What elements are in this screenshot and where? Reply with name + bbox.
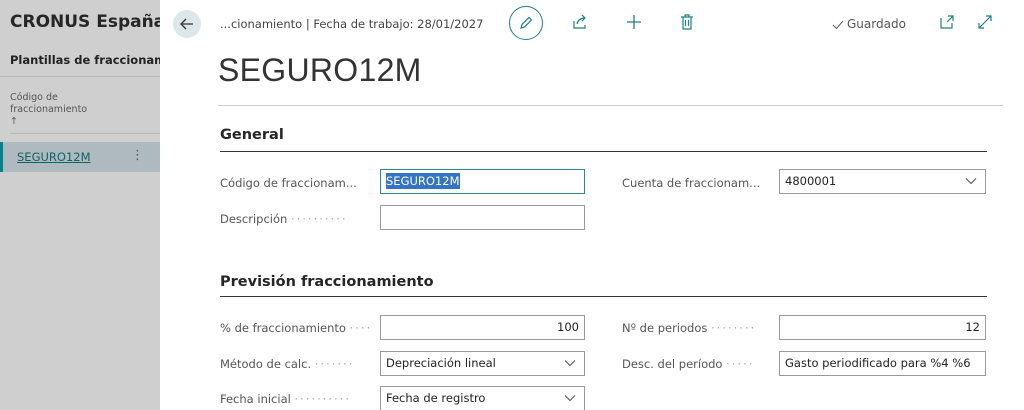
- chevron-down-icon: [564, 360, 576, 367]
- divider: [10, 133, 160, 134]
- new-button[interactable]: [625, 13, 643, 31]
- open-new-window-button[interactable]: [938, 13, 956, 31]
- expand-icon: [978, 15, 992, 29]
- divider: [220, 151, 987, 152]
- expand-button[interactable]: [976, 13, 994, 31]
- sort-ascending-icon: ↑: [10, 116, 18, 127]
- account-label: Cuenta de fraccionam...: [622, 176, 761, 190]
- delete-button[interactable]: [678, 13, 696, 31]
- method-value: Depreciación lineal: [386, 356, 496, 370]
- section-forecast-header[interactable]: Previsión fraccionamiento: [220, 274, 434, 290]
- pencil-icon: [520, 16, 533, 29]
- share-icon: [573, 14, 586, 29]
- background-list-page: CRONUS España Plantillas de fraccionamie…: [0, 0, 165, 410]
- description-label: Descripción ··········: [220, 212, 348, 226]
- back-button[interactable]: [173, 10, 201, 38]
- trash-icon: [681, 14, 693, 30]
- divider: [220, 296, 987, 297]
- start-date-value: Fecha de registro: [386, 391, 486, 405]
- company-name: CRONUS España: [10, 12, 166, 32]
- account-value: 4800001: [785, 174, 837, 188]
- percent-label: % de fraccionamiento ····: [220, 321, 373, 335]
- list-item[interactable]: SEGURO12M ⋮: [0, 142, 160, 172]
- arrow-left-icon: [180, 18, 193, 30]
- start-date-select[interactable]: Fecha de registro: [380, 386, 585, 410]
- column-header-label: Código de fraccionamiento: [10, 92, 88, 115]
- open-in-new-icon: [940, 15, 954, 29]
- card-panel: ...cionamiento | Fecha de trabajo: 28/01…: [160, 0, 1024, 410]
- column-header-code[interactable]: Código de fraccionamiento ↑: [10, 92, 130, 128]
- period-desc-label: Desc. del período ·····: [622, 357, 755, 371]
- row-menu-icon[interactable]: ⋮: [131, 148, 144, 163]
- method-label: Método de calc. ·······: [220, 357, 355, 371]
- description-input[interactable]: [380, 205, 585, 230]
- page-title: SEGURO12M: [218, 52, 422, 88]
- plus-icon: [627, 15, 641, 29]
- saved-status: Guardado: [832, 17, 906, 31]
- edit-button[interactable]: [509, 6, 543, 40]
- divider: [0, 76, 160, 77]
- period-desc-input[interactable]: Gasto periodificado para %4 %6: [779, 351, 986, 376]
- chevron-down-icon: [564, 395, 576, 402]
- code-label: Código de fraccionam...: [220, 176, 357, 190]
- account-select[interactable]: 4800001: [779, 169, 986, 194]
- check-icon: [832, 20, 844, 29]
- percent-input[interactable]: 100: [380, 315, 585, 340]
- periods-label: Nº de periodos ········: [622, 321, 757, 335]
- code-input[interactable]: SEGURO12M: [380, 169, 585, 194]
- method-select[interactable]: Depreciación lineal: [380, 351, 585, 376]
- code-value: SEGURO12M: [386, 173, 460, 189]
- saved-label: Guardado: [847, 17, 906, 31]
- periods-input[interactable]: 12: [779, 315, 986, 340]
- start-date-label: Fecha inicial ··········: [220, 392, 352, 406]
- list-item-link[interactable]: SEGURO12M: [17, 150, 91, 164]
- list-page-title: Plantillas de fraccionamiento: [10, 53, 160, 67]
- divider: [218, 105, 1003, 106]
- section-general-header[interactable]: General: [220, 127, 284, 143]
- share-button[interactable]: [571, 13, 589, 31]
- chevron-down-icon: [965, 178, 977, 185]
- breadcrumb: ...cionamiento | Fecha de trabajo: 28/01…: [220, 17, 484, 31]
